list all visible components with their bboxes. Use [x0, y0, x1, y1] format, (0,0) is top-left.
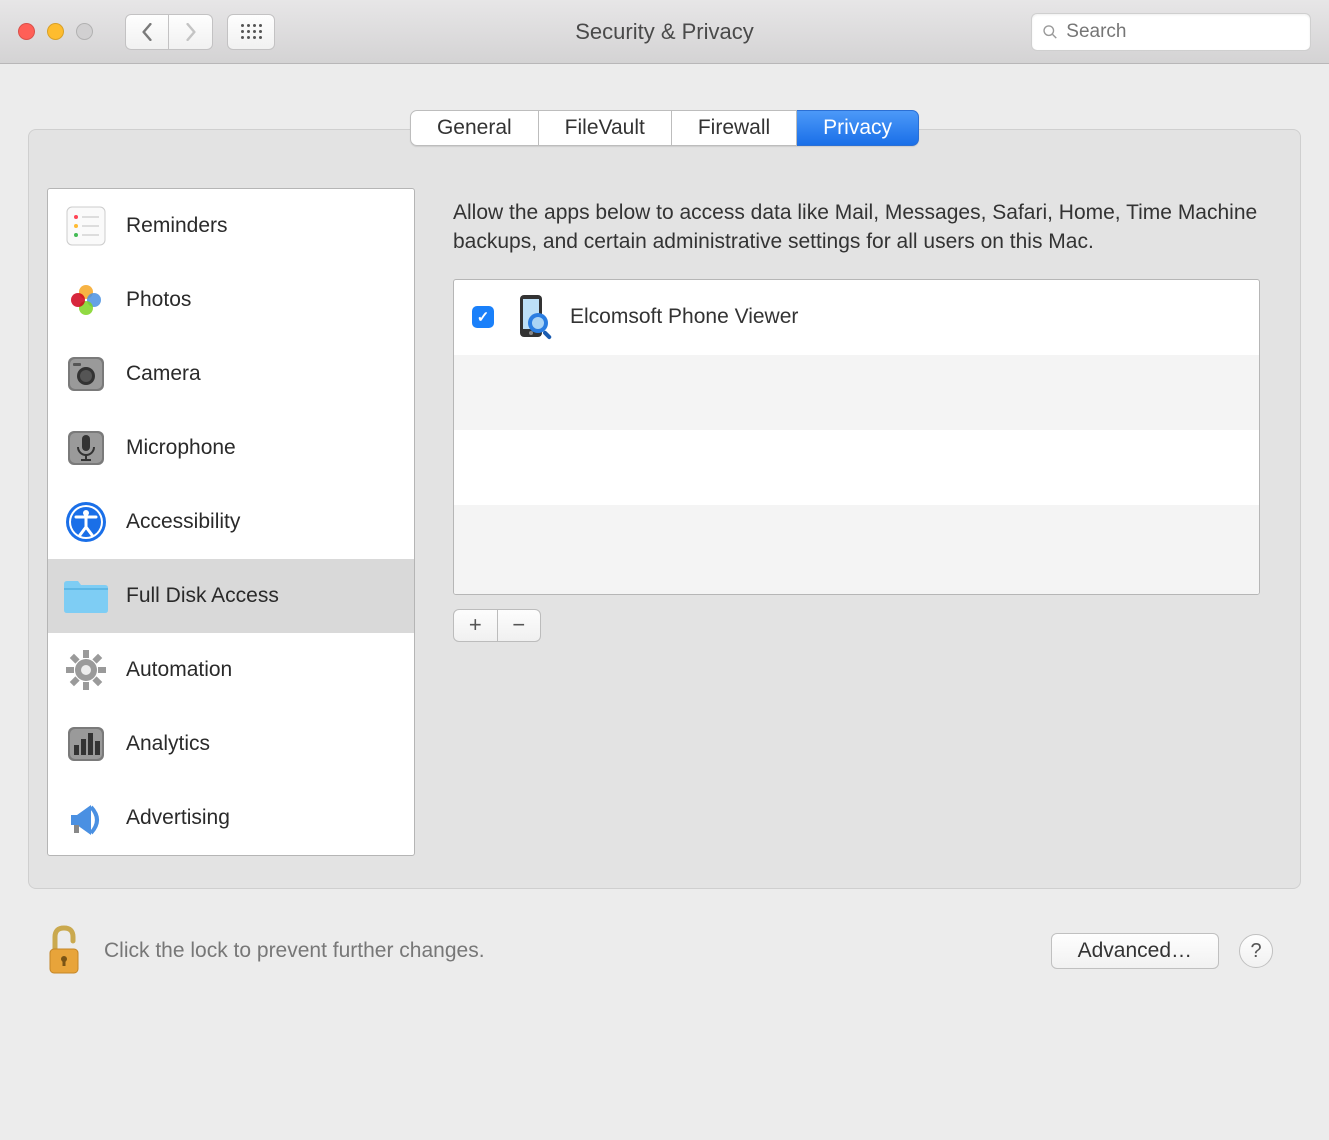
photos-icon	[60, 274, 112, 326]
search-icon	[1042, 23, 1058, 41]
sidebar-item-accessibility[interactable]: Accessibility	[48, 485, 414, 559]
camera-icon	[60, 348, 112, 400]
tab-privacy[interactable]: Privacy	[797, 110, 919, 146]
sidebar-item-label: Microphone	[126, 436, 236, 460]
sidebar-item-label: Camera	[126, 362, 201, 386]
sidebar-item-label: Photos	[126, 288, 191, 312]
sidebar-item-microphone[interactable]: Microphone	[48, 411, 414, 485]
footer: Click the lock to prevent further change…	[28, 889, 1301, 981]
sidebar-item-photos[interactable]: Photos	[48, 263, 414, 337]
privacy-category-list[interactable]: Reminders Photos Camera	[47, 188, 415, 856]
window-title: Security & Privacy	[575, 19, 754, 45]
microphone-icon	[60, 422, 112, 474]
main-panel: Allow the apps below to access data like…	[431, 188, 1282, 856]
add-remove-buttons: + −	[453, 609, 541, 642]
nav-buttons	[125, 14, 213, 50]
show-all-button[interactable]	[227, 14, 275, 50]
sidebar-item-camera[interactable]: Camera	[48, 337, 414, 411]
app-row[interactable]: ✓ Elcomsoft Phone Viewer	[454, 280, 1259, 355]
tab-firewall[interactable]: Firewall	[672, 110, 797, 146]
help-button[interactable]: ?	[1239, 934, 1273, 968]
zoom-window-button[interactable]	[76, 23, 93, 40]
app-icon	[508, 293, 556, 341]
sidebar-item-label: Full Disk Access	[126, 584, 279, 608]
search-input[interactable]	[1066, 21, 1300, 43]
app-row-empty	[454, 430, 1259, 505]
sidebar-item-label: Automation	[126, 658, 232, 682]
app-checkbox[interactable]: ✓	[472, 306, 494, 328]
sidebar-item-automation[interactable]: Automation	[48, 633, 414, 707]
advanced-button[interactable]: Advanced…	[1051, 933, 1219, 969]
sidebar-item-label: Accessibility	[126, 510, 240, 534]
app-name: Elcomsoft Phone Viewer	[570, 305, 798, 329]
description-text: Allow the apps below to access data like…	[431, 188, 1282, 279]
close-window-button[interactable]	[18, 23, 35, 40]
lock-text: Click the lock to prevent further change…	[104, 939, 485, 963]
window-controls	[18, 23, 93, 40]
app-row-empty	[454, 505, 1259, 595]
lock-icon[interactable]	[42, 921, 86, 981]
tab-general[interactable]: General	[410, 110, 539, 146]
preferences-panel: Reminders Photos Camera	[28, 129, 1301, 889]
sidebar-item-analytics[interactable]: Analytics	[48, 707, 414, 781]
titlebar: Security & Privacy	[0, 0, 1329, 64]
remove-app-button[interactable]: −	[497, 610, 541, 641]
tab-bar: General FileVault Firewall Privacy	[28, 110, 1301, 146]
grid-icon	[241, 24, 262, 39]
minimize-window-button[interactable]	[47, 23, 64, 40]
sidebar-item-full-disk-access[interactable]: Full Disk Access	[48, 559, 414, 633]
reminders-icon	[60, 200, 112, 252]
add-app-button[interactable]: +	[454, 610, 497, 641]
sidebar-item-label: Advertising	[126, 806, 230, 830]
analytics-icon	[60, 718, 112, 770]
sidebar-item-advertising[interactable]: Advertising	[48, 781, 414, 855]
app-list[interactable]: ✓ Elcomsoft Phone Viewer	[453, 279, 1260, 595]
sidebar-item-label: Analytics	[126, 732, 210, 756]
accessibility-icon	[60, 496, 112, 548]
app-row-empty	[454, 355, 1259, 430]
folder-icon	[60, 570, 112, 622]
back-button[interactable]	[125, 14, 169, 50]
tab-filevault[interactable]: FileVault	[539, 110, 672, 146]
megaphone-icon	[60, 792, 112, 844]
sidebar-item-label: Reminders	[126, 214, 228, 238]
forward-button[interactable]	[169, 14, 213, 50]
search-field[interactable]	[1031, 13, 1311, 51]
gear-icon	[60, 644, 112, 696]
sidebar-item-reminders[interactable]: Reminders	[48, 189, 414, 263]
